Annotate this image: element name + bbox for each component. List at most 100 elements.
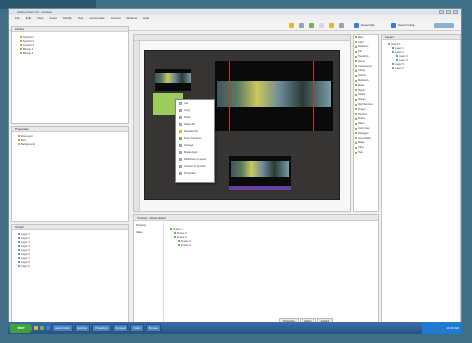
list-item[interactable]: Help [354, 150, 378, 155]
context-menu-item[interactable]: Arrange [176, 142, 214, 149]
tree-item[interactable]: Background [18, 142, 128, 146]
distribute-icon [179, 158, 182, 161]
menu-control[interactable]: Control [111, 16, 121, 20]
tab-timeline[interactable]: Timeline [137, 215, 147, 220]
quick-launch-icon[interactable] [46, 326, 50, 330]
help-icon[interactable] [391, 23, 396, 28]
tool-icon-1[interactable] [289, 23, 294, 28]
canvas-area [133, 34, 351, 212]
item-icon [355, 50, 357, 53]
item-icon [355, 151, 357, 154]
context-menu-item[interactable]: Properties [176, 170, 214, 177]
property-label: Property [136, 224, 146, 227]
guide-line [229, 61, 230, 131]
keyframe-icon [170, 228, 172, 230]
window-title: Adobe Flash CS - Untitled [17, 10, 52, 14]
cut-icon [179, 102, 182, 105]
window-controls [439, 10, 458, 14]
stage[interactable] [144, 50, 340, 200]
menu-edit[interactable]: Edit [26, 16, 31, 20]
folder-icon [20, 48, 22, 50]
output-panel: Output Layer 1 Layer 2 Layer 3 Layer 4 L… [11, 224, 129, 324]
keyframe-icon [178, 244, 180, 246]
context-menu-item[interactable]: Deselect All [176, 128, 214, 135]
menu-view[interactable]: View [37, 16, 43, 20]
timeline-rows: Frame 1 Frame 2 Frame 3 Frame 4 Frame 5 [170, 227, 191, 247]
table-row[interactable]: Frame 5 [170, 243, 191, 247]
menu-commands[interactable]: Commands [89, 16, 104, 20]
arrange-icon [179, 144, 182, 147]
layer-icon [392, 63, 394, 65]
context-menu-item[interactable]: Distribute to Layers [176, 156, 214, 163]
context-menu-item[interactable]: Select All [176, 121, 214, 128]
context-menu-item[interactable]: Break Apart [176, 149, 214, 156]
file-icon [18, 265, 20, 267]
menu-insert[interactable]: Insert [49, 16, 57, 20]
file-icon [18, 233, 20, 235]
context-menu-item[interactable]: Cut [176, 100, 214, 107]
folder-icon [388, 43, 390, 45]
thumbnail-image[interactable] [155, 73, 191, 83]
break-icon [179, 151, 182, 154]
workspace-label[interactable]: Essentials [361, 23, 375, 27]
taskbar-item[interactable]: Notepad [112, 324, 129, 332]
taskbar-item[interactable]: Photoshop [92, 324, 111, 332]
tool-icon-2[interactable] [299, 23, 304, 28]
menu-help[interactable]: Help [143, 16, 149, 20]
maximize-button[interactable] [446, 10, 451, 14]
keyframe-icon [178, 240, 180, 242]
context-menu-item[interactable]: Free Transform [176, 135, 214, 142]
folder-icon [20, 40, 22, 42]
file-icon [18, 253, 20, 255]
search-help-label[interactable]: Search Help [398, 23, 415, 27]
library-panel: Library Symbol 1 Symbol 2 Symbol 3 Bitma… [11, 26, 129, 124]
search-input[interactable] [434, 23, 454, 28]
tree-item[interactable]: Bitmap 2 [20, 51, 128, 55]
folder-icon [20, 36, 22, 38]
menu-modify[interactable]: Modify [63, 16, 72, 20]
item-icon [355, 36, 357, 39]
guide-line [313, 61, 314, 131]
tree-item[interactable]: Layer 6 [388, 66, 460, 70]
taskbar-item[interactable]: Explorer [74, 324, 91, 332]
item-icon [355, 108, 357, 111]
item-icon [355, 45, 357, 48]
system-tray: 10:42 AM [422, 322, 462, 334]
clock[interactable]: 10:42 AM [446, 326, 459, 330]
item-icon [355, 65, 357, 68]
menu-text[interactable]: Text [78, 16, 84, 20]
menu-window[interactable]: Window [126, 16, 137, 20]
context-menu-item[interactable]: Copy [176, 107, 214, 114]
menu-file[interactable]: File [15, 16, 20, 20]
taskbar: start Adobe Flash Explorer Photoshop Not… [8, 322, 462, 334]
tool-icon-6[interactable] [339, 23, 344, 28]
tab-motion-editor[interactable]: Motion Editor [149, 215, 165, 220]
close-button[interactable] [453, 10, 458, 14]
layers-panel: Layers Scene 1 Layer 1 Layer 2 Layer 3 L… [381, 34, 461, 324]
bottom-image[interactable] [231, 161, 289, 177]
properties-panel: Properties Document Size Background [11, 126, 129, 222]
taskbar-item[interactable]: Browser [145, 324, 162, 332]
tool-icon-4[interactable] [319, 23, 324, 28]
item-icon [355, 127, 357, 130]
taskbar-item[interactable]: Adobe Flash [52, 324, 73, 332]
tool-icon-5[interactable] [329, 23, 334, 28]
paste-icon [179, 116, 182, 119]
list-item[interactable]: Layer 9 [18, 264, 128, 268]
item-icon [355, 113, 357, 116]
start-button[interactable]: start [10, 323, 32, 333]
context-menu-item[interactable]: Paste [176, 114, 214, 121]
quick-launch-icon[interactable] [34, 326, 38, 330]
taskbar-item[interactable]: Folder [130, 324, 144, 332]
tool-icon-3[interactable] [309, 23, 314, 28]
deselect-icon [179, 130, 182, 133]
minimize-button[interactable] [439, 10, 444, 14]
timeline-panel: Timeline Motion Editor Property Value Fr… [133, 214, 379, 324]
workspace-icon[interactable] [354, 23, 359, 28]
file-icon [18, 245, 20, 247]
page-icon [18, 135, 20, 137]
quick-launch-icon[interactable] [40, 326, 44, 330]
keyframe-icon [174, 236, 176, 238]
context-menu-item[interactable]: Convert to Symbol [176, 163, 214, 170]
ruler-top [134, 35, 350, 41]
